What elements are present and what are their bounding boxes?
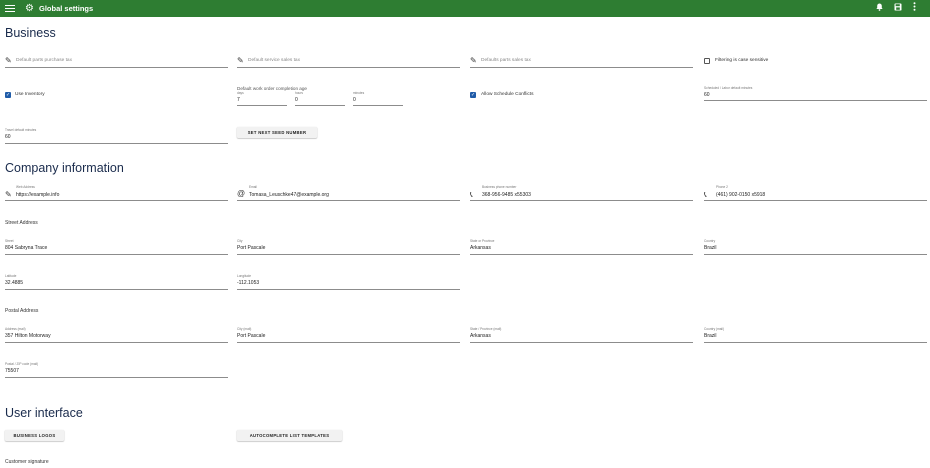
mail-country-field[interactable]: Country (mail) Brazil: [704, 326, 927, 343]
allow-schedule-conflicts-label: Allow Schedule Conflicts: [481, 92, 534, 97]
page-title: Global settings: [39, 4, 94, 13]
state-field[interactable]: State or Province Arkansas: [470, 238, 693, 255]
save-icon[interactable]: [894, 2, 902, 15]
phone2-field[interactable]: 📞︎ Phone 2 (461) 902-0150 x5918: [704, 184, 927, 201]
phone-icon[interactable]: 📞︎: [704, 191, 707, 199]
more-vert-icon[interactable]: [913, 2, 916, 15]
edit-icon[interactable]: ✎: [470, 57, 477, 65]
filtering-case-sensitive-checkbox[interactable]: [704, 58, 710, 64]
country-field[interactable]: Country Brazil: [704, 238, 927, 255]
street-field[interactable]: Street 804 Sabryna Trace: [5, 238, 228, 255]
allow-schedule-conflicts-checkbox[interactable]: ✓: [470, 92, 476, 98]
edit-icon[interactable]: ✎: [5, 191, 12, 199]
app-bar: ⚙ Global settings: [0, 0, 930, 17]
business-phone-field[interactable]: 📞︎ Business phone number 368-956-9485 x5…: [470, 184, 693, 201]
at-sign-icon: @: [237, 189, 246, 198]
set-next-seed-number-button[interactable]: SET NEXT SEED NUMBER: [237, 127, 317, 138]
mail-state-field[interactable]: State / Province (mail) Arkansas: [470, 326, 693, 343]
use-inventory-checkbox[interactable]: ✓: [5, 92, 11, 98]
autocomplete-list-templates-button[interactable]: AUTOCOMPLETE LIST TEMPLATES: [237, 430, 342, 441]
filtering-case-sensitive-label: Filtering is case sensitive: [715, 58, 769, 63]
travel-default-minutes-field[interactable]: Travel default minutes 60: [5, 127, 228, 144]
parts-purchase-tax-field[interactable]: ✎ Default parts purchase tax: [5, 55, 228, 68]
user-interface-heading: User interface: [5, 406, 83, 420]
city-field[interactable]: City Port Pascale: [237, 238, 460, 255]
mail-city-field[interactable]: City (mail) Port Pascale: [237, 326, 460, 343]
customer-signature-label: Customer signature: [5, 459, 49, 465]
company-information-heading: Company information: [5, 161, 124, 175]
labor-default-minutes-field[interactable]: Scheduled / Labor default minutes 60: [704, 85, 927, 101]
longitude-field[interactable]: Longitude -112.1053: [237, 273, 460, 290]
wo-hours-field[interactable]: hours 0: [295, 91, 345, 106]
settings-gear-icon: ⚙: [25, 3, 34, 14]
wo-minutes-field[interactable]: minutes 0: [353, 91, 403, 106]
street-address-section-label: Street Address: [5, 220, 38, 226]
edit-icon[interactable]: ✎: [237, 57, 244, 65]
edit-icon[interactable]: ✎: [5, 57, 12, 65]
postal-address-section-label: Postal Address: [5, 308, 39, 314]
mail-address-field[interactable]: Address (mail) 357 Hilton Motorway: [5, 326, 228, 343]
business-heading: Business: [5, 26, 56, 40]
notifications-bell-icon[interactable]: [876, 2, 883, 15]
latitude-field[interactable]: Latitude 32.4885: [5, 273, 228, 290]
use-inventory-label: Use Inventory: [15, 92, 45, 97]
phone-icon[interactable]: 📞︎: [470, 191, 473, 199]
mail-zip-field[interactable]: Postal / ZIP code (mail) 75507: [5, 361, 228, 378]
email-field[interactable]: @ Email Tomasa_Leuschke47@example.org: [237, 184, 460, 201]
business-logos-button[interactable]: BUSINESS LOGOS: [5, 430, 64, 441]
menu-icon[interactable]: [5, 3, 15, 14]
web-address-field[interactable]: ✎ Web Address https://example.info: [5, 184, 228, 201]
service-sales-tax-field[interactable]: ✎ Default service sales tax: [237, 55, 460, 68]
wo-days-field[interactable]: days 7: [237, 91, 287, 106]
parts-sales-tax-field[interactable]: ✎ Defaults parts sales tax: [470, 55, 693, 68]
